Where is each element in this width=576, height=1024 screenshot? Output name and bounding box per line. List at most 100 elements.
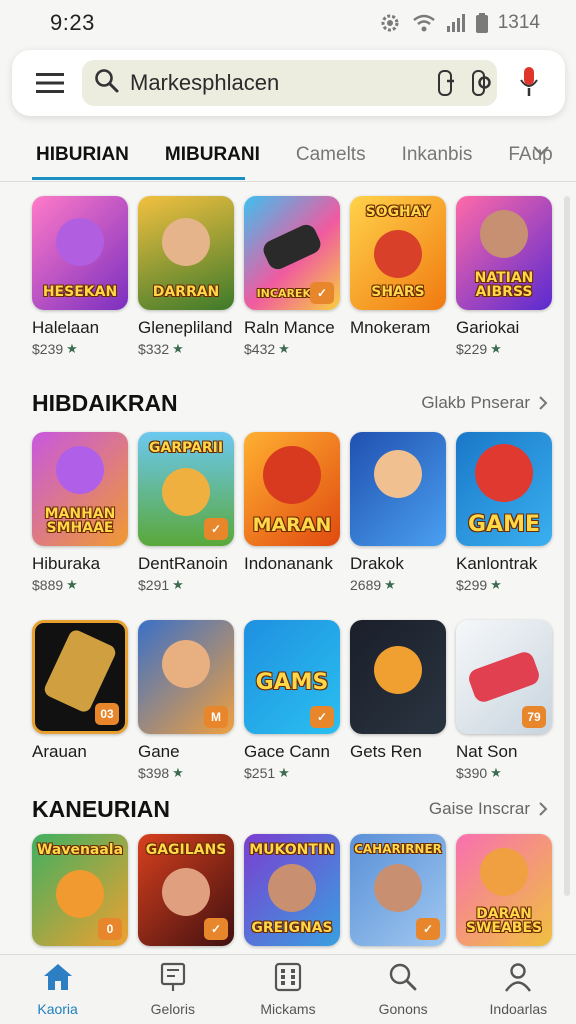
tab-hiburian[interactable]: HIBURIAN — [32, 128, 245, 182]
nav-home[interactable]: Kaoria — [3, 962, 113, 1017]
person-icon — [162, 640, 210, 688]
app-card[interactable]: MANHAN SMHAAE Hiburaka $889 ★ — [32, 432, 128, 593]
status-bar: 9:23 1314 — [0, 0, 576, 46]
app-name: Gace Cann — [244, 742, 330, 761]
nav-search[interactable]: Gonons — [348, 962, 458, 1017]
calculator-icon — [274, 962, 302, 997]
check-icon: ✓ — [204, 518, 228, 540]
app-icon: 79 — [456, 620, 552, 734]
app-name: Nat Son — [456, 742, 518, 761]
app-icon-top-text: SOGHAY — [365, 204, 431, 220]
nav-games[interactable]: Geloris — [118, 962, 228, 1017]
app-price: $299 ★ — [456, 577, 502, 593]
app-card[interactable]: DARRAN Glenepliland $332 ★ — [138, 196, 234, 357]
chevron-down-icon[interactable] — [532, 144, 550, 162]
app-card[interactable]: MUKONTIN GREIGNAS — [244, 834, 340, 946]
app-card[interactable]: GARPARII ✓ DentRanoin $291 ★ — [138, 432, 234, 593]
app-icon: Wavenaala 0 — [32, 834, 128, 946]
bear-icon — [480, 848, 528, 896]
app-name: Arauan — [32, 742, 87, 761]
settings-icon — [378, 11, 402, 35]
app-card[interactable]: Drakok 2689 ★ — [350, 432, 446, 593]
app-card[interactable]: INCAREKAS ✓ Raln Mance $432 ★ — [244, 196, 340, 357]
app-card[interactable]: GAGILANS ✓ — [138, 834, 234, 946]
chevron-right-icon — [539, 396, 548, 410]
app-icon: MARAN — [244, 432, 340, 546]
app-name: Drakok — [350, 554, 404, 573]
app-icon: GAGILANS ✓ — [138, 834, 234, 946]
home-icon — [41, 962, 75, 997]
app-card[interactable]: GAME Kanlontrak $299 ★ — [456, 432, 552, 593]
nav-label: Mickams — [260, 1001, 316, 1017]
app-icon-text: MARAN — [252, 514, 332, 537]
app-card[interactable]: SOGHAY SHARS Mnokeram — [350, 196, 446, 357]
app-icon: MANHAN SMHAAE — [32, 432, 128, 546]
app-icon: CAHARIRNER ✓ — [350, 834, 446, 946]
tab-switch-icon[interactable] — [438, 70, 454, 96]
app-card[interactable]: DARAN SWEABES — [456, 834, 552, 946]
star-icon: ★ — [490, 341, 502, 356]
section-header: HIBDAIKRAN Glakb Pnserar — [32, 388, 548, 418]
star-icon: ★ — [490, 765, 502, 780]
app-card[interactable]: Gets Ren — [350, 620, 446, 781]
person-icon — [480, 210, 528, 258]
app-card[interactable]: M Gane $398 ★ — [138, 620, 234, 781]
search-icon — [388, 962, 418, 997]
app-card[interactable]: 79 Nat Son $390 ★ — [456, 620, 552, 781]
app-icon: DARAN SWEABES — [456, 834, 552, 946]
app-icon-text: HESEKAN — [42, 284, 118, 301]
controller-icon — [260, 221, 324, 273]
star-icon: ★ — [384, 577, 396, 592]
battery-icon — [475, 13, 488, 33]
bottom-navigation: Kaoria Geloris Mickams Gonons Indoarlas — [0, 954, 576, 1024]
section-title: HIBDAIKRAN — [32, 389, 178, 416]
app-row: Wavenaala 0 GAGILANS ✓ MUKONTIN GREIGNAS… — [32, 834, 562, 946]
check-icon: ✓ — [310, 706, 334, 728]
tab-miburani[interactable]: MIBURANI — [165, 128, 260, 182]
app-name: Gariokai — [456, 318, 520, 337]
search-input[interactable] — [130, 70, 418, 96]
menu-icon[interactable] — [34, 67, 66, 99]
app-icon: GAMS ✓ — [244, 620, 340, 734]
app-badge: 79 — [522, 706, 546, 728]
app-price: $291 ★ — [138, 577, 184, 593]
app-name: Indonanank — [244, 554, 333, 573]
app-card[interactable]: HESEKAN Halelaan $239 ★ — [32, 196, 128, 357]
nav-profile[interactable]: Indoarlas — [463, 962, 573, 1017]
app-icon: DARRAN — [138, 196, 234, 310]
bear-icon — [374, 646, 422, 694]
signal-icon — [446, 13, 466, 33]
app-icon: MUKONTIN GREIGNAS — [244, 834, 340, 946]
app-name: Mnokeram — [350, 318, 431, 337]
bear-icon — [56, 870, 104, 918]
mic-icon[interactable] — [517, 66, 541, 100]
see-more-link[interactable]: Glakb Pnserar — [421, 393, 548, 413]
star-icon: ★ — [172, 577, 184, 592]
app-icon-text: SHARS — [371, 284, 425, 301]
section-title: KANEURIAN — [32, 795, 170, 822]
section-header: KANEURIAN Gaise Inscrar — [32, 794, 548, 824]
star-icon: ★ — [278, 765, 290, 780]
app-card[interactable]: CAHARIRNER ✓ — [350, 834, 446, 946]
controller-icon — [466, 649, 542, 705]
search-field — [82, 60, 497, 106]
star-icon: ★ — [172, 765, 184, 780]
check-icon: ✓ — [416, 918, 440, 940]
tab-inkanbis[interactable]: Inkanbis — [402, 128, 473, 182]
see-more-link[interactable]: Gaise Inscrar — [429, 799, 548, 819]
app-card[interactable]: GAMS ✓ Gace Cann $251 ★ — [244, 620, 340, 781]
app-name: Raln Mance — [244, 318, 335, 337]
tab-camelts[interactable]: Camelts — [296, 128, 366, 182]
app-card[interactable]: MARAN Indonanank — [244, 432, 340, 593]
app-icon-top-text: GARPARII — [148, 440, 224, 456]
status-icons: 1314 — [378, 11, 540, 35]
app-card[interactable]: Wavenaala 0 — [32, 834, 128, 946]
app-icon: GAME — [456, 432, 552, 546]
camera-icon[interactable] — [471, 70, 491, 96]
app-price: 2689 ★ — [350, 577, 396, 593]
nav-apps[interactable]: Mickams — [233, 962, 343, 1017]
app-card[interactable]: NATIAN AIBRSS Gariokai $229 ★ — [456, 196, 552, 357]
app-icon-text: NATIAN AIBRSS — [474, 269, 534, 301]
scrollbar[interactable] — [564, 196, 570, 896]
app-card[interactable]: 03 Arauan — [32, 620, 128, 781]
